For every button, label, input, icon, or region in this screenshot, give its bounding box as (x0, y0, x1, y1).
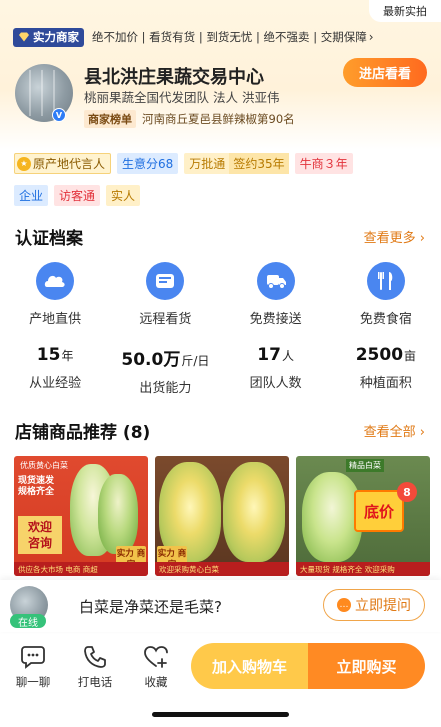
car-icon (256, 262, 295, 300)
tag-row-2: 企业 访客通 实人 (14, 185, 141, 206)
merchant-ranking[interactable]: 商家榜单 河南商丘夏邑县鲜辣椒第90名 (84, 110, 295, 128)
origin-tag-label: 原产地代言人 (33, 157, 106, 171)
product-brand-label: 精品白菜 (346, 459, 384, 472)
latest-photo-link[interactable]: 最新实拍 (369, 0, 441, 22)
stat-team-size: 17人 团队人数 (221, 345, 331, 396)
chat-icon (21, 646, 45, 669)
product-promo: 现货速发 规格齐全 (18, 476, 55, 497)
fangketong-tag[interactable]: 访客通 (54, 185, 101, 206)
product-tagline: 优质黄心白菜 (20, 461, 68, 470)
phone-icon (84, 646, 106, 668)
bottom-action-bar: 聊一聊 打电话 收藏 加入购物车 立即购买 (0, 634, 441, 727)
stat-experience: 15年 从业经验 (0, 345, 110, 396)
shop-name: 县北洪庄果蔬交易中心 (84, 67, 264, 88)
certification-more-label: 查看更多 (363, 231, 416, 246)
stat-value: 2500亩 (355, 345, 417, 365)
call-label: 打电话 (77, 675, 113, 689)
chevron-right-icon: › (419, 425, 425, 440)
product-caption: 供应各大市场 电商 商超 (14, 562, 148, 576)
favorite-label: 收藏 (144, 675, 168, 689)
feature-label: 免费接送 (249, 312, 302, 327)
cloud-icon (36, 262, 75, 300)
feature-label: 远程看货 (139, 312, 192, 327)
verified-icon: V (52, 108, 66, 122)
business-score-tag[interactable]: 生意分68 (117, 153, 179, 174)
niushang-tag[interactable]: 牛商３年 (294, 153, 353, 174)
enter-shop-button[interactable]: 进店看看 (343, 58, 427, 87)
call-button[interactable]: 打电话 (72, 644, 118, 690)
products-more-label: 查看全部 (363, 425, 416, 440)
chevron-right-icon: › (368, 30, 374, 44)
guarantee-list: 绝不加价 | 看货有货 | 到货无忧 | 绝不强卖 | 交期保障 (92, 30, 367, 44)
guarantee-row[interactable]: 实力商家 绝不加价 | 看货有货 | 到货无忧 | 绝不强卖 | 交期保障 › (13, 27, 374, 47)
product-card[interactable]: 优质黄心白菜 现货速发 规格齐全 欢迎 咨询 实力 商家 供应各大市场 电商 商… (14, 456, 148, 576)
feature-label: 产地直供 (29, 312, 82, 327)
origin-spokesperson-tag[interactable]: ★ 原产地代言人 (14, 153, 112, 174)
lowest-price-card: 底价 (354, 490, 404, 532)
products-title: 店铺商品推荐 (8) (15, 423, 151, 443)
stat-label: 种植面积 (359, 376, 412, 391)
power-merchant-label: 实力商家 (33, 30, 79, 44)
favorite-button[interactable]: 收藏 (133, 644, 179, 690)
feature-origin-supply[interactable]: 产地直供 (0, 262, 110, 327)
chat-bubble-icon: … (337, 598, 351, 612)
ask-now-button[interactable]: … 立即提问 (323, 589, 425, 621)
product-caption: 欢迎采购黄心白菜 (155, 562, 289, 576)
ranking-tag: 商家榜单 (84, 110, 136, 128)
feature-list: 产地直供 远程看货 免费接送 免费食宿 (0, 262, 441, 327)
stats-list: 15年 从业经验 50.0万斤/日 出货能力 17人 团队人数 2500亩 种植… (0, 345, 441, 396)
chevron-right-icon: › (419, 231, 425, 246)
camera-icon (146, 262, 185, 300)
certification-more-link[interactable]: 查看更多 › (364, 227, 425, 246)
merchant-header: 最新实拍 实力商家 绝不加价 | 看货有货 | 到货无忧 | 绝不强卖 | 交期… (0, 0, 441, 150)
buy-now-button[interactable]: 立即购买 (308, 643, 425, 689)
enterprise-tag[interactable]: 企业 (14, 185, 49, 206)
feature-remote-view[interactable]: 远程看货 (110, 262, 220, 327)
online-badge: 在线 (10, 614, 46, 629)
product-count-badge: 8 (397, 482, 417, 502)
shop-subtitle: 桃丽果蔬全国代发团队 法人 洪亚伟 (84, 90, 280, 105)
home-indicator[interactable] (152, 712, 289, 717)
product-caption: 大量现货 规格齐全 欢迎采购 (296, 562, 430, 576)
products-more-link[interactable]: 查看全部 › (364, 421, 425, 440)
chat-button[interactable]: 聊一聊 (10, 644, 56, 690)
certification-title: 认证档案 (15, 229, 83, 249)
product-list: 优质黄心白菜 现货速发 规格齐全 欢迎 咨询 实力 商家 供应各大市场 电商 商… (14, 456, 430, 576)
stat-value: 15年 (36, 345, 74, 365)
product-card[interactable]: 实力 商家 欢迎采购黄心白菜 (155, 456, 289, 576)
medal-icon: ★ (17, 156, 31, 171)
stat-label: 出货能力 (139, 381, 192, 396)
heart-plus-icon (144, 646, 168, 668)
stat-value: 17人 (257, 345, 294, 365)
feature-free-lodging[interactable]: 免费食宿 (331, 262, 441, 327)
stat-label: 从业经验 (29, 376, 82, 391)
add-to-cart-button[interactable]: 加入购物车 (191, 643, 308, 689)
chat-label: 聊一聊 (15, 675, 51, 689)
diamond-icon (19, 32, 29, 42)
wanpitong-tag[interactable]: 万批通 签约35年 (184, 153, 289, 174)
ranking-text: 河南商丘夏邑县鲜辣椒第90名 (142, 112, 295, 126)
tag-row-1: ★ 原产地代言人 生意分68 万批通 签约35年 牛商３年 (14, 153, 353, 174)
utensils-icon (366, 262, 405, 300)
stat-shipping-capacity: 50.0万斤/日 出货能力 (110, 345, 220, 396)
feature-label: 免费食宿 (359, 312, 412, 327)
suggested-question[interactable]: 白菜是净菜还是毛菜? (79, 596, 222, 617)
power-merchant-badge: 实力商家 (13, 27, 84, 47)
feature-free-pickup[interactable]: 免费接送 (221, 262, 331, 327)
product-welcome-label: 欢迎 咨询 (18, 516, 62, 554)
sign-years-label: 签约35年 (229, 153, 289, 174)
question-bar: 在线 白菜是净菜还是毛菜? … 立即提问 (0, 580, 441, 632)
stat-label: 团队人数 (249, 376, 302, 391)
product-card[interactable]: 精品白菜 底价 8 大量现货 规格齐全 欢迎采购 (296, 456, 430, 576)
ask-now-label: 立即提问 (355, 598, 411, 614)
wanpitong-label: 万批通 (189, 157, 226, 171)
stat-planting-area: 2500亩 种植面积 (331, 345, 441, 396)
stat-value: 50.0万斤/日 (121, 350, 210, 370)
real-person-tag[interactable]: 实人 (106, 185, 141, 206)
